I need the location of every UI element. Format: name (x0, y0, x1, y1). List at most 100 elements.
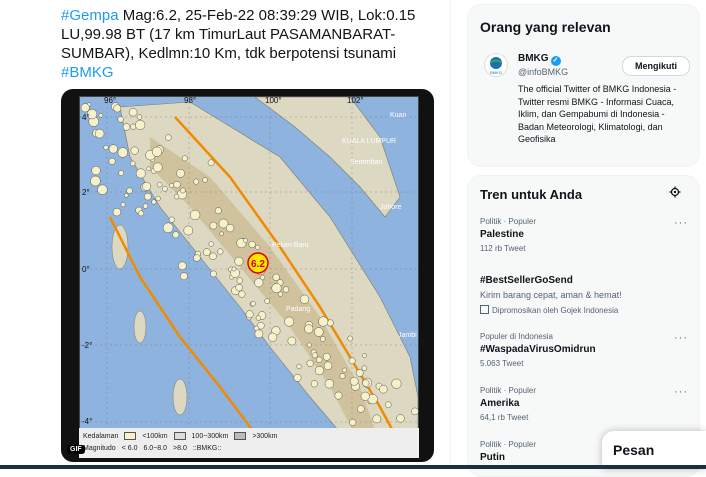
quake-marker (250, 301, 256, 307)
account-name[interactable]: BMKG ✓ (518, 53, 561, 66)
quake-marker (225, 223, 235, 233)
lat-label-4: 4° (82, 113, 90, 122)
quake-marker (209, 252, 217, 261)
quake-marker (168, 216, 175, 223)
quake-marker (112, 207, 122, 217)
legend-depth-swatch-3 (234, 432, 247, 440)
quake-marker (178, 261, 187, 271)
quake-marker (271, 283, 282, 294)
more-icon[interactable]: ··· (674, 386, 688, 398)
trend-promo: Dipromosikan oleh Gojek Indonesia (480, 305, 690, 315)
quake-marker (311, 352, 318, 359)
following-button[interactable]: Mengikuti (622, 56, 690, 76)
trend-item-palestine[interactable]: Politik · Populer Palestine 112 rb Tweet… (480, 217, 690, 253)
quake-marker (124, 193, 129, 198)
quake-marker (299, 294, 310, 304)
bottom-border (0, 465, 706, 469)
trend-count: 64,1 rb Tweet (480, 413, 529, 422)
account-handle[interactable]: @infoBMKG (518, 67, 568, 77)
quake-marker (349, 376, 359, 386)
legend-depth-swatch-1 (124, 432, 137, 440)
quake-marker (361, 365, 368, 371)
place-kuan: Kuan (390, 112, 406, 119)
bmkg-logo-icon: BMKG (489, 57, 503, 75)
trend-name: #BestSellerGoSend (480, 275, 573, 286)
quake-marker (207, 159, 215, 167)
quake-marker (135, 119, 146, 130)
quake-marker (347, 335, 354, 342)
quake-marker (304, 324, 314, 334)
quake-marker (97, 184, 108, 195)
more-icon[interactable]: ··· (674, 332, 688, 344)
more-icon[interactable]: ··· (674, 217, 688, 229)
quake-marker (259, 274, 266, 281)
trend-item-waspadavirusomidrun[interactable]: Populer di Indonesia #WaspadaVirusOmidru… (480, 332, 690, 368)
quake-marker (118, 170, 125, 176)
quake-marker (323, 361, 333, 371)
quake-marker (80, 103, 90, 113)
promoted-by: Dipromosikan oleh Gojek Indonesia (492, 306, 619, 315)
trend-description: Kirim barang cepat, aman & hemat! (480, 290, 622, 300)
quake-marker (236, 277, 243, 284)
quake-marker (349, 418, 357, 426)
quake-marker (306, 359, 314, 367)
legend-depth-label: Kedalaman (83, 432, 119, 440)
trend-item-bestsellergosend[interactable]: #BestSellerGoSend Kirim barang cepat, am… (480, 275, 690, 315)
messages-drawer[interactable]: Pesan (602, 431, 706, 469)
legend-mag-item-1: < 6.0 (121, 445, 138, 452)
quake-marker (396, 414, 405, 423)
quake-marker (108, 144, 118, 154)
quake-marker (169, 183, 175, 189)
quake-marker (385, 401, 392, 408)
quake-marker (120, 202, 126, 208)
quake-marker (255, 244, 261, 250)
quake-marker (348, 357, 356, 365)
quake-marker (144, 192, 152, 201)
quake-marker (193, 254, 201, 262)
quake-marker (103, 144, 109, 151)
quake-marker (202, 248, 211, 256)
gear-icon[interactable] (669, 186, 681, 198)
place-seremban: Seremban (350, 159, 382, 166)
quake-marker (411, 407, 418, 416)
tweet-media[interactable]: 6.2 KUALA LUMPUR Seremban Johore Pekan B… (61, 89, 434, 462)
quake-marker (235, 284, 243, 292)
quake-marker (142, 203, 149, 209)
quake-marker (176, 168, 185, 178)
hashtag-bmkg[interactable]: #BMKG (61, 64, 114, 81)
avatar[interactable]: BMKG (484, 53, 508, 77)
svg-text:BMKG: BMKG (490, 70, 502, 75)
quake-marker (208, 241, 214, 247)
trend-count: 112 rb Tweet (480, 244, 526, 253)
quake-marker (146, 166, 152, 172)
quake-marker (172, 231, 180, 239)
quake-marker (268, 332, 278, 342)
quake-marker (165, 134, 172, 141)
map-legend: Kedalaman <100km 100~300km >300km Magnit… (79, 428, 419, 458)
quake-marker (217, 248, 224, 255)
quake-marker (90, 175, 101, 187)
lon-label-96: 96° (104, 96, 117, 105)
quake-marker (264, 298, 270, 304)
quake-marker (98, 113, 104, 118)
hashtag-gempa[interactable]: #Gempa (61, 7, 119, 24)
lon-label-100: 100° (265, 96, 282, 105)
lon-label-102: 102° (347, 96, 364, 105)
lat-label-minus4: -4° (82, 417, 93, 426)
legend-depth-item-3: >300km (252, 432, 278, 440)
quake-marker (306, 342, 312, 348)
quake-marker (161, 185, 168, 192)
trend-name: #WaspadaVirusOmidrun (480, 344, 596, 355)
promoted-icon (480, 305, 489, 314)
quake-marker (162, 222, 174, 234)
account-name-text: BMKG (518, 53, 549, 64)
trend-item-amerika[interactable]: Politik · Populer Amerika 64,1 rb Tweet … (480, 386, 690, 422)
quake-marker (113, 104, 122, 113)
place-kuala-lumpur: KUALA LUMPUR (342, 138, 396, 145)
quake-marker (360, 391, 370, 401)
quake-marker (152, 162, 163, 173)
quake-marker (138, 210, 145, 217)
quake-marker (179, 272, 188, 281)
legend-depth-item-1: <100km (142, 432, 168, 440)
place-padang: Padang (286, 306, 310, 313)
